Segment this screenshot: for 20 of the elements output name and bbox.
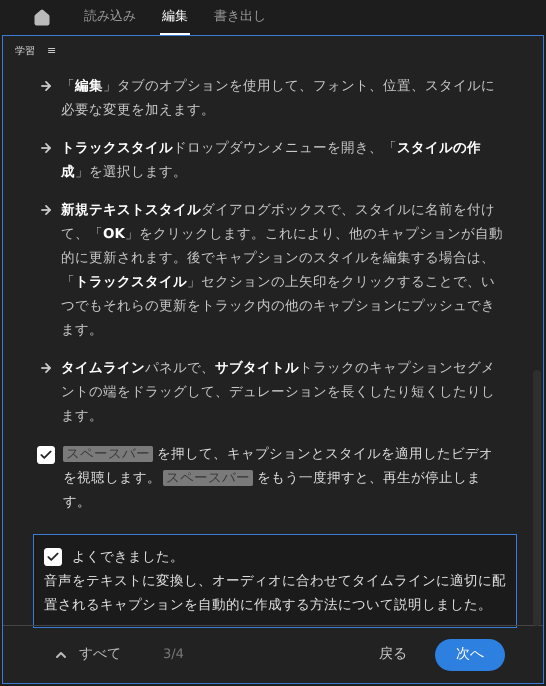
step-text: 「編集」タブのオプションを使用して、フォント、位置、スタイルに必要な変更を加えます。 — [61, 77, 496, 120]
checkbox[interactable] — [44, 548, 62, 566]
completion-title: よくできました。 — [72, 548, 184, 567]
task-text: スペースバー を押して、キャプションとスタイルを適用したビデオを視聴します。 スペースバー をもう一度押すと、再生が停止します。 — [63, 445, 494, 512]
check-icon — [46, 550, 60, 564]
arrow-icon — [39, 361, 53, 375]
checkbox[interactable] — [37, 446, 55, 464]
step-text: トラックスタイルドロップダウンメニューを開き、「スタイルの作成」を選択します。 — [61, 139, 482, 182]
completion-text: 音声をテキストに変換し、オーディオに合わせてタイムラインに適切に配置されるキャプションを自動的に作成する方法について説明しました。 — [44, 572, 506, 615]
back-button[interactable]: 戻る — [379, 644, 407, 665]
tab[interactable]: 読み込み — [82, 0, 138, 35]
check-icon — [39, 448, 53, 462]
next-button[interactable]: 次へ — [435, 638, 505, 670]
panel-title: 学習 — [15, 44, 35, 58]
tab[interactable]: 書き出し — [212, 0, 268, 35]
step-text: タイムラインパネルで、サブタイトルトラックのキャプションセグメントの端をドラッグして、デュレーションを長くしたり短くしたりします。 — [61, 359, 496, 426]
show-all-button[interactable]: すべて — [53, 644, 121, 665]
progress-text: 3/4 — [163, 646, 184, 664]
step-text: 新規テキストスタイルダイアログボックスで、スタイルに名前を付けて、「OK」をクリックします。これにより、他のキャプションが自動的に更新されます。後でキャプションのスタイルを編集する場合は、「トラックスタイル」セクションの上矢印をクリックすることで、いつでもそれらの更新をトラック内の他のキャプションにプッシュできます。 — [61, 201, 504, 340]
arrow-icon — [39, 79, 53, 93]
